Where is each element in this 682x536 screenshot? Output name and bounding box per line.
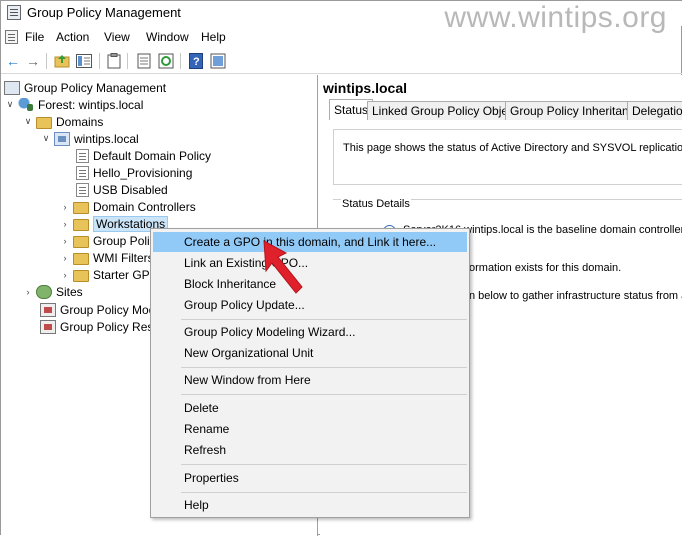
forest-icon <box>18 97 34 112</box>
toolbar-separator <box>46 53 47 69</box>
tree-wmi-filters[interactable]: › WMI Filters <box>60 249 154 266</box>
domain-icon <box>54 131 70 146</box>
menu-refresh[interactable]: Refresh <box>153 440 467 460</box>
gpo-link-icon <box>76 182 89 197</box>
menu-gp-modeling-wizard[interactable]: Group Policy Modeling Wizard... <box>153 322 467 342</box>
info-box: This page shows the status of Active Dir… <box>333 129 682 185</box>
menu-bar: File Action View Window Help <box>1 27 682 47</box>
menu-separator <box>181 394 467 395</box>
sites-icon <box>36 284 52 299</box>
back-icon[interactable]: ← <box>4 52 22 70</box>
status-line: ormation exists for this domain. <box>469 262 622 274</box>
help-book-icon[interactable] <box>209 52 227 70</box>
tree-group-policy-objects[interactable]: › Group Poli <box>60 232 150 249</box>
menu-separator <box>181 464 467 465</box>
menu-action[interactable]: Action <box>56 30 89 44</box>
menu-new-ou[interactable]: New Organizational Unit <box>153 343 467 363</box>
svg-text:?: ? <box>193 56 200 68</box>
expand-icon[interactable]: › <box>60 236 70 246</box>
expand-icon[interactable]: › <box>60 253 70 263</box>
tab-strip: Status Linked Group Policy Objects Group… <box>329 99 682 120</box>
tree-domains[interactable]: ∨ Domains <box>23 113 103 130</box>
help-icon[interactable]: ? <box>187 52 205 70</box>
show-hide-tree-icon[interactable] <box>75 52 93 70</box>
tree-gpo-link[interactable]: USB Disabled <box>76 181 168 198</box>
menu-delete[interactable]: Delete <box>153 398 467 418</box>
menu-create-gpo-and-link[interactable]: Create a GPO in this domain, and Link it… <box>153 232 467 252</box>
tab-delegation[interactable]: Delegation <box>627 101 682 120</box>
clipboard-icon[interactable] <box>105 52 123 70</box>
gpmc-app-icon <box>7 5 21 20</box>
menu-separator <box>181 492 467 493</box>
toolbar: ← → ? <box>1 48 682 74</box>
forward-icon[interactable]: → <box>24 52 42 70</box>
gpo-link-icon <box>76 165 89 180</box>
window-title: Group Policy Management <box>27 5 181 20</box>
menu-window[interactable]: Window <box>146 30 189 44</box>
properties-icon[interactable] <box>135 52 153 70</box>
ou-folder-icon <box>73 218 89 231</box>
tab-gp-inheritance[interactable]: Group Policy Inheritance <box>505 101 647 120</box>
menu-view[interactable]: View <box>104 30 130 44</box>
context-menu: Create a GPO in this domain, and Link it… <box>150 228 470 518</box>
menu-file[interactable]: File <box>25 30 44 44</box>
menu-block-inheritance[interactable]: Block Inheritance <box>153 274 467 294</box>
tree-gp-results[interactable]: Group Policy Resu <box>40 318 160 335</box>
menu-properties[interactable]: Properties <box>153 468 467 488</box>
tree-gpo-link[interactable]: Hello_Provisioning <box>76 164 192 181</box>
title-bar: Group Policy Management www.wintips.org <box>1 1 682 34</box>
refresh-icon[interactable] <box>157 52 175 70</box>
status-line: n below to gather infrastructure status … <box>469 290 682 302</box>
menu-separator <box>181 319 467 320</box>
toolbar-separator <box>99 53 100 69</box>
status-details-title: Status Details <box>341 198 411 210</box>
details-title: wintips.local <box>323 80 408 96</box>
expand-icon[interactable]: › <box>60 219 70 229</box>
gpo-link-icon <box>76 148 89 163</box>
folder-icon <box>36 116 52 129</box>
ou-folder-icon <box>73 201 89 214</box>
results-icon <box>40 319 56 334</box>
folder-icon <box>73 235 89 248</box>
tree-sites[interactable]: › Sites <box>23 283 83 300</box>
menu-group-policy-update[interactable]: Group Policy Update... <box>153 295 467 315</box>
menu-help[interactable]: Help <box>201 30 226 44</box>
menu-rename[interactable]: Rename <box>153 419 467 439</box>
menu-separator <box>181 367 467 368</box>
tree-gpo-link[interactable]: Default Domain Policy <box>76 147 211 164</box>
expand-icon[interactable]: › <box>60 202 70 212</box>
tree-forest[interactable]: ∨ Forest: wintips.local <box>5 96 143 113</box>
collapse-icon[interactable]: ∨ <box>23 116 33 127</box>
collapse-icon[interactable]: ∨ <box>5 99 15 110</box>
tree-domain[interactable]: ∨ wintips.local <box>41 130 139 147</box>
menu-help[interactable]: Help <box>153 495 467 515</box>
toolbar-separator <box>127 53 128 69</box>
menu-link-existing-gpo[interactable]: Link an Existing GPO... <box>153 253 467 273</box>
tree-gp-modeling[interactable]: Group Policy Mode <box>40 301 162 318</box>
tree-ou-domain-controllers[interactable]: › Domain Controllers <box>60 198 196 215</box>
up-folder-icon[interactable] <box>53 52 71 70</box>
collapse-icon[interactable]: ∨ <box>41 133 51 144</box>
folder-icon <box>73 269 89 282</box>
gpmc-window: Group Policy Management www.wintips.org … <box>0 0 682 536</box>
menu-new-window[interactable]: New Window from Here <box>153 370 467 390</box>
expand-icon[interactable]: › <box>23 287 33 297</box>
gpmc-icon <box>4 80 20 95</box>
tree-root[interactable]: Group Policy Management <box>4 79 166 96</box>
folder-icon <box>73 252 89 265</box>
tree-starter-gpos[interactable]: › Starter GPC <box>60 266 158 283</box>
info-text: This page shows the status of Active Dir… <box>343 142 682 154</box>
expand-icon[interactable]: › <box>60 270 70 280</box>
modeling-icon <box>40 302 56 317</box>
system-menu-icon[interactable] <box>5 30 18 44</box>
toolbar-separator <box>180 53 181 69</box>
